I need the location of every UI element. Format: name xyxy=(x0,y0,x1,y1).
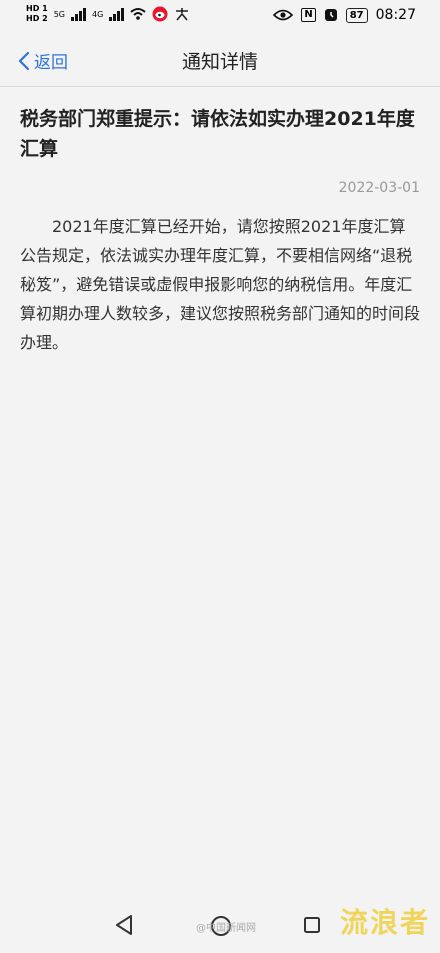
phone-screen: HD 1 HD 2 5G 4G N 87 08:27 返回 通知详情 税务部门郑… xyxy=(0,0,440,953)
network-5g-label: 5G xyxy=(53,9,65,19)
app-notification-icon xyxy=(176,8,189,21)
notice-date: 2022-03-01 xyxy=(338,180,420,196)
wifi-icon xyxy=(130,8,146,20)
notice-content: 税务部门郑重提示：请依法如实办理2021年度汇算 2022-03-01 2021… xyxy=(20,104,420,373)
eye-comfort-icon xyxy=(273,9,294,21)
status-right: N 87 08:27 xyxy=(273,7,416,23)
hd1-label: HD 1 xyxy=(26,4,48,13)
notice-body: 2021年度汇算已经开始，请您按照2021年度汇算公告规定，依法诚实办理年度汇算… xyxy=(20,217,421,352)
weibo-icon xyxy=(152,6,168,22)
status-bar: HD 1 HD 2 5G 4G N 87 08:27 xyxy=(0,0,440,34)
signal-icon-2 xyxy=(109,7,125,21)
system-navigation-bar: @中国新闻网 流浪者 xyxy=(0,897,440,953)
battery-icon: 87 xyxy=(345,7,368,23)
watermark-source: @中国新闻网 xyxy=(196,923,256,934)
hd2-label: HD 2 xyxy=(26,14,48,23)
alarm-icon xyxy=(324,9,337,21)
watermark-brand: 流浪者 xyxy=(339,906,430,939)
clock-time: 08:27 xyxy=(375,7,416,23)
nav-back-icon[interactable] xyxy=(114,914,134,936)
notice-title: 税务部门郑重提示：请依法如实办理2021年度汇算 xyxy=(20,108,415,160)
signal-icon xyxy=(70,7,86,21)
network-4g-label: 4G xyxy=(91,9,104,19)
top-navigation-bar: 返回 通知详情 xyxy=(0,34,440,87)
hd-indicators: HD 1 HD 2 xyxy=(26,4,48,24)
page-title: 通知详情 xyxy=(181,51,258,73)
nfc-icon: N xyxy=(301,8,316,22)
nav-recent-apps-icon[interactable] xyxy=(303,916,321,934)
status-left: HD 1 HD 2 5G 4G xyxy=(26,4,190,24)
